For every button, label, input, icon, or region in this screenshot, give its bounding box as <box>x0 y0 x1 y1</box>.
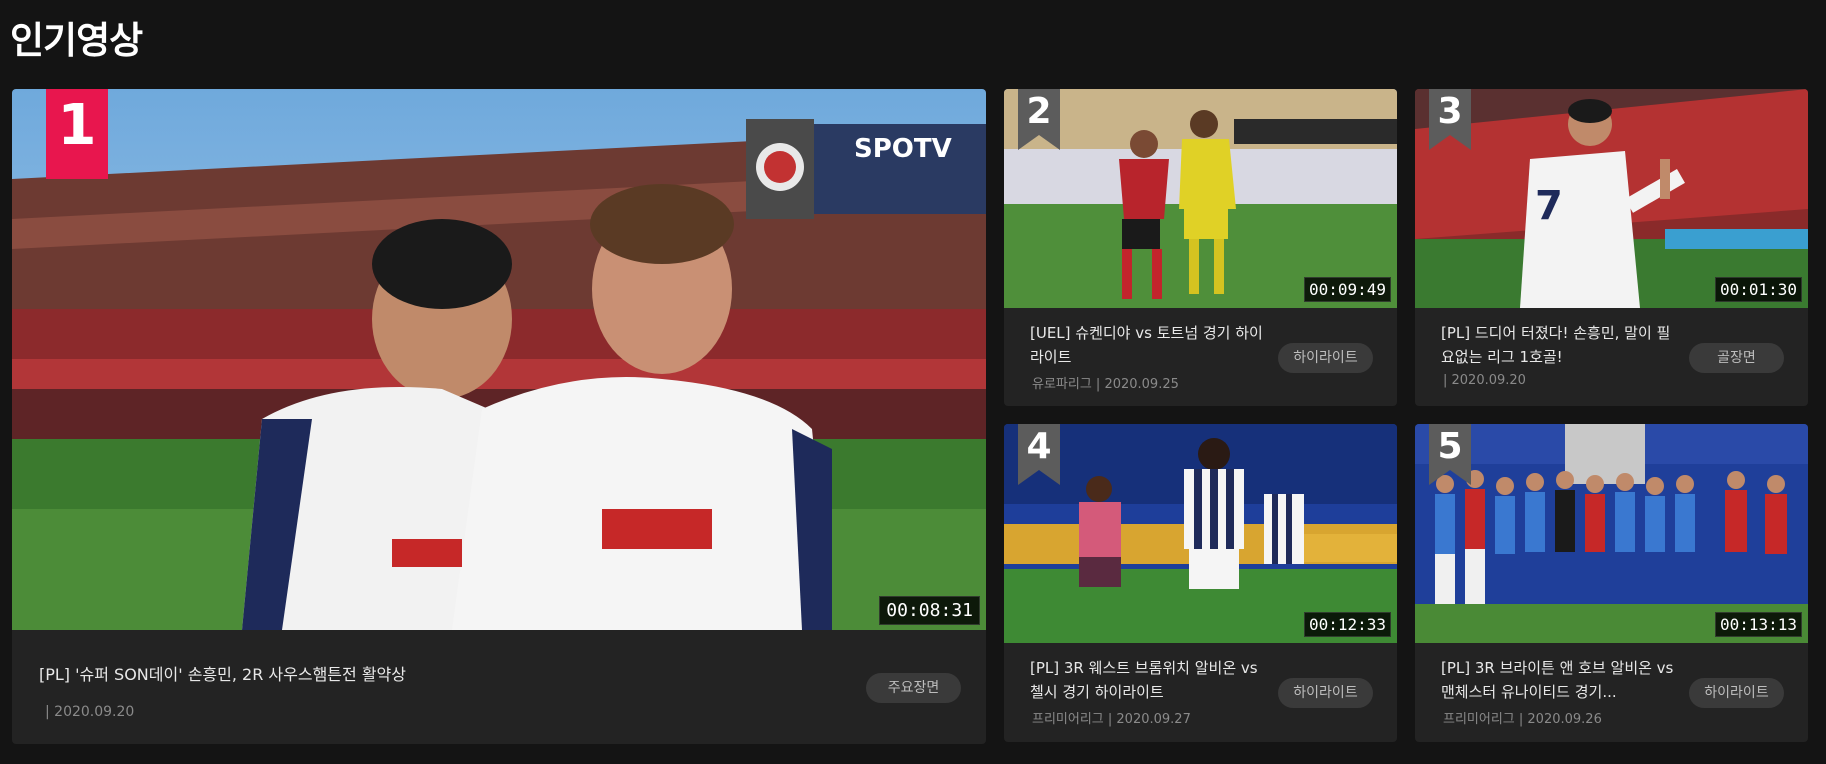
video-category-tag[interactable]: 골장면 <box>1689 343 1784 373</box>
video-meta: | 2020.09.20 <box>45 704 135 720</box>
match-action-thumbnail <box>1004 89 1397 308</box>
video-category-tag[interactable]: 하이라이트 <box>1689 678 1784 708</box>
video-title[interactable]: [PL] 3R 브라이튼 앤 호브 알비온 vs 맨체스터 유나이티드 경기..… <box>1441 656 1676 708</box>
video-duration: 00:13:13 <box>1714 612 1802 637</box>
rank-badge: 5 <box>1429 424 1471 485</box>
svg-text:7: 7 <box>1535 183 1563 229</box>
video-category-tag[interactable]: 하이라이트 <box>1278 343 1373 373</box>
video-card-2[interactable]: 2 00:09:49 [UEL] 슈켄디야 vs 토트넘 경기 하이라이트 유로… <box>1004 89 1397 406</box>
rank-badge: 3 <box>1429 89 1471 150</box>
video-title[interactable]: [UEL] 슈켄디야 vs 토트넘 경기 하이라이트 <box>1030 321 1265 373</box>
video-duration: 00:01:30 <box>1714 277 1802 302</box>
video-title[interactable]: [PL] '슈퍼 SON데이' 손흥민, 2R 사우스햄튼전 활약상 <box>39 662 839 688</box>
video-card-1[interactable]: SPOTV 1 00:08:31 [PL] '슈퍼 SON데이' 손흥민, 2R… <box>12 89 986 744</box>
video-thumbnail[interactable]: 5 00:13:13 <box>1415 424 1808 643</box>
rank-badge: 2 <box>1018 89 1060 150</box>
rank-badge: 4 <box>1018 424 1060 485</box>
players-kneeling-thumbnail <box>1004 424 1397 643</box>
rank-badge: 1 <box>46 89 108 179</box>
video-card-5[interactable]: 5 00:13:13 [PL] 3R 브라이튼 앤 호브 알비온 vs 맨체스터… <box>1415 424 1808 742</box>
video-card-3[interactable]: 7 3 00:01:30 [PL] 드디어 터졌다! 손흥민, 말이 필요없는 … <box>1415 89 1808 406</box>
players-celebrating-thumbnail: SPOTV <box>12 89 986 630</box>
video-category-tag[interactable]: 하이라이트 <box>1278 678 1373 708</box>
section-title: 인기영상 <box>10 19 143 62</box>
video-duration: 00:09:49 <box>1303 277 1391 302</box>
video-title[interactable]: [PL] 드디어 터졌다! 손흥민, 말이 필요없는 리그 1호골! <box>1441 321 1676 373</box>
video-thumbnail[interactable]: 2 00:09:49 <box>1004 89 1397 308</box>
video-meta: | 2020.09.20 <box>1443 373 1526 388</box>
video-category-tag[interactable]: 주요장면 <box>866 673 961 703</box>
video-meta: 유로파리그 | 2020.09.25 <box>1032 377 1179 392</box>
video-thumbnail[interactable]: 4 00:12:33 <box>1004 424 1397 643</box>
video-card-4[interactable]: 4 00:12:33 [PL] 3R 웨스트 브롬위치 알비온 vs 첼시 경기… <box>1004 424 1397 742</box>
video-thumbnail[interactable]: 7 3 00:01:30 <box>1415 89 1808 308</box>
video-duration: 00:08:31 <box>879 596 980 625</box>
video-meta: 프리미어리그 | 2020.09.26 <box>1443 712 1602 727</box>
broadcaster-logo: SPOTV <box>854 134 952 164</box>
video-title[interactable]: [PL] 3R 웨스트 브롬위치 알비온 vs 첼시 경기 하이라이트 <box>1030 656 1265 708</box>
video-duration: 00:12:33 <box>1303 612 1391 637</box>
team-lineup-thumbnail <box>1415 424 1808 643</box>
video-thumbnail[interactable]: SPOTV 1 00:08:31 <box>12 89 986 630</box>
video-meta: 프리미어리그 | 2020.09.27 <box>1032 712 1191 727</box>
player-gesture-thumbnail: 7 <box>1415 89 1808 308</box>
